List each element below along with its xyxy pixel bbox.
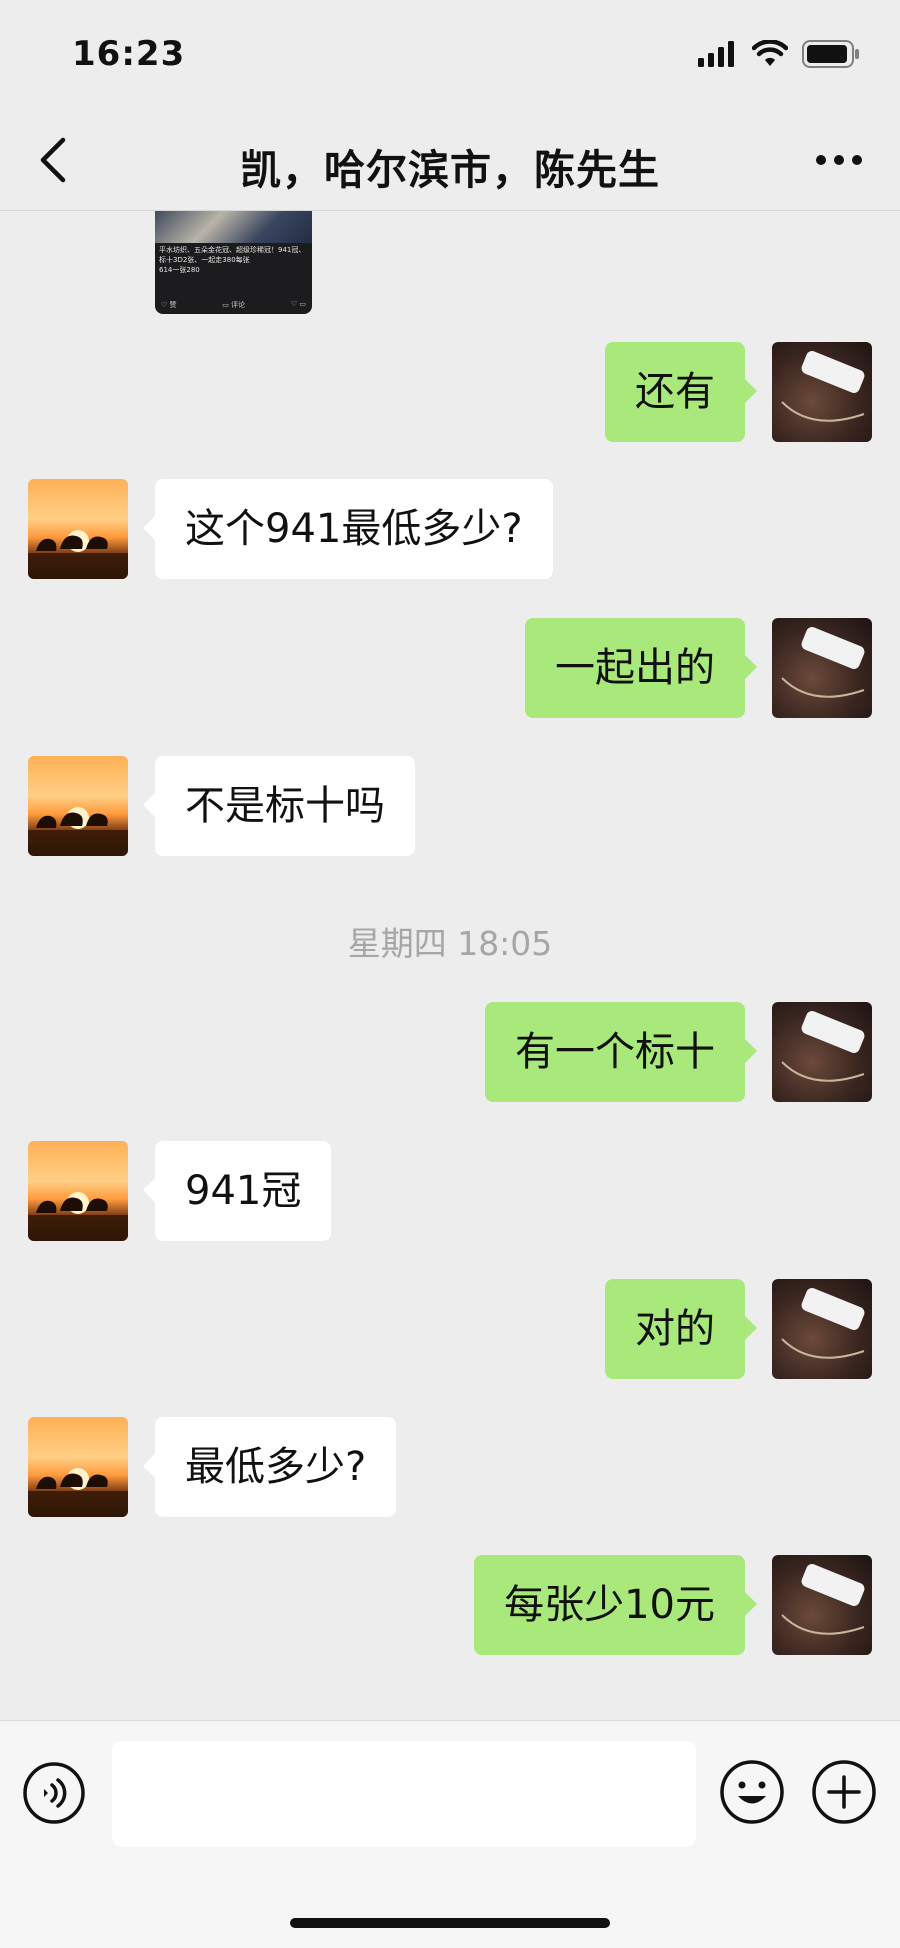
shared-caption-line: 平水坊织、五朵金花冠、超级珍稀冠！941冠、标十3D2张、一起走380每张 — [159, 246, 306, 264]
chat-timestamp: 星期四 18:05 — [347, 924, 553, 963]
message-bubble-contact[interactable]: 最低多少? — [142, 1417, 397, 1517]
avatar-contact[interactable] — [28, 1417, 128, 1517]
wifi-icon — [751, 39, 789, 72]
message-row: 还有 — [0, 342, 900, 442]
shared-image-message[interactable]: 平水坊织、五朵金花冠、超级珍稀冠！941冠、标十3D2张、一起走380每张 61… — [155, 211, 312, 314]
message-row: 每张少10元 — [0, 1555, 900, 1655]
message-row: 最低多少? — [0, 1417, 900, 1517]
avatar-self[interactable] — [772, 1279, 872, 1379]
status-time: 16:23 — [72, 34, 186, 74]
avatar-self[interactable] — [772, 1555, 872, 1655]
input-bar — [0, 1720, 900, 1948]
message-bubble-self[interactable]: 对的 — [605, 1279, 757, 1379]
message-bubble-self[interactable]: 还有 — [605, 342, 757, 442]
emoji-button[interactable] — [719, 1759, 785, 1825]
message-bubble-contact[interactable]: 941冠 — [142, 1141, 332, 1241]
shared-actions: ♡ 赞 ▭ 评论 ♡ ▭ — [161, 300, 306, 310]
status-icons — [698, 39, 860, 72]
message-row: 不是标十吗 — [0, 756, 900, 856]
shared-caption-line: 614一张280 — [159, 266, 200, 274]
message-bubble-self[interactable]: 每张少10元 — [474, 1555, 757, 1655]
chevron-left-icon — [40, 137, 66, 183]
plus-icon — [812, 1760, 876, 1824]
voice-button[interactable] — [22, 1761, 86, 1825]
shared-icons: ♡ ▭ — [290, 300, 306, 308]
emoji-icon — [720, 1760, 784, 1824]
battery-icon — [802, 40, 860, 72]
like-label: ♡ 赞 — [161, 301, 177, 309]
shared-photo — [155, 211, 312, 243]
chat-title: 凯，哈尔滨市，陈先生 — [240, 146, 660, 194]
message-row: 941冠 — [0, 1141, 900, 1241]
voice-icon — [23, 1762, 85, 1824]
message-row: 对的 — [0, 1279, 900, 1379]
message-bubble-contact[interactable]: 这个941最低多少? — [143, 479, 553, 579]
back-button[interactable] — [26, 134, 78, 186]
signal-icon — [698, 41, 738, 71]
plus-button[interactable] — [811, 1759, 877, 1825]
message-row: 一起出的 — [0, 618, 900, 718]
more-button[interactable] — [804, 134, 874, 186]
home-indicator — [290, 1918, 610, 1928]
avatar-self[interactable] — [772, 1002, 872, 1102]
message-row: 这个941最低多少? — [0, 479, 900, 579]
avatar-self[interactable] — [772, 618, 872, 718]
avatar-self[interactable] — [772, 342, 872, 442]
status-bar: 16:23 — [0, 0, 900, 110]
chat-header: 凯，哈尔滨市，陈先生 — [0, 110, 900, 211]
message-bubble-contact[interactable]: 不是标十吗 — [143, 756, 415, 856]
avatar-contact[interactable] — [28, 1141, 128, 1241]
message-row: 有一个标十 — [0, 1002, 900, 1102]
shared-caption: 平水坊织、五朵金花冠、超级珍稀冠！941冠、标十3D2张、一起走380每张 61… — [159, 245, 308, 275]
message-input[interactable] — [112, 1741, 696, 1847]
avatar-contact[interactable] — [28, 479, 128, 579]
message-bubble-self[interactable]: 一起出的 — [525, 618, 757, 718]
more-dots-icon — [816, 155, 862, 165]
chat-messages[interactable]: 平水坊织、五朵金花冠、超级珍稀冠！941冠、标十3D2张、一起走380每张 61… — [0, 211, 900, 1719]
avatar-contact[interactable] — [28, 756, 128, 856]
comment-label: ▭ 评论 — [222, 301, 246, 309]
message-bubble-self[interactable]: 有一个标十 — [485, 1002, 757, 1102]
